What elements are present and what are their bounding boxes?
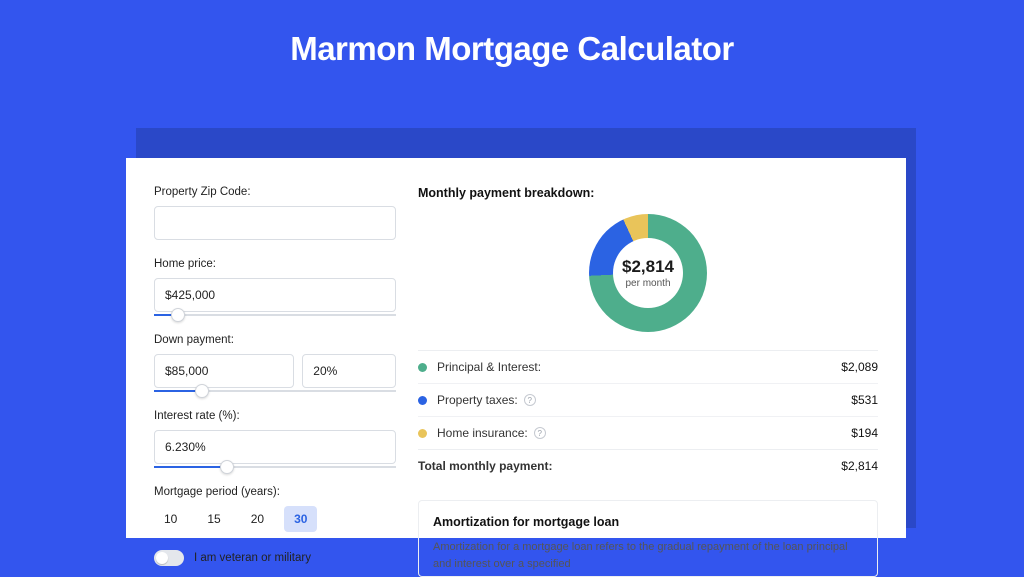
breakdown-title: Monthly payment breakdown: [418,186,878,200]
legend-value: $531 [851,393,878,407]
interest-input[interactable] [154,430,396,464]
down-payment-input[interactable] [154,354,294,388]
slider-thumb[interactable] [171,308,185,322]
total-value: $2,814 [841,459,878,473]
donut-amount: $2,814 [622,257,674,277]
legend-value: $2,089 [841,360,878,374]
legend-row: Property taxes:?$531 [418,383,878,416]
period-button-30[interactable]: 30 [284,506,317,532]
calculator-card: Property Zip Code: Home price: Down paym… [126,158,906,538]
home-price-label: Home price: [154,258,396,270]
help-icon[interactable]: ? [524,394,536,406]
legend-dot [418,363,427,372]
period-button-10[interactable]: 10 [154,506,187,532]
veteran-toggle[interactable] [154,550,184,566]
period-button-15[interactable]: 15 [197,506,230,532]
donut-center: $2,814 per month [613,238,683,308]
donut-chart: $2,814 per month [418,214,878,332]
help-icon[interactable]: ? [534,427,546,439]
zip-label: Property Zip Code: [154,186,396,198]
field-down-payment: Down payment: [154,334,396,392]
period-label: Mortgage period (years): [154,486,396,498]
down-payment-slider[interactable] [154,390,396,392]
veteran-label: I am veteran or military [194,552,311,564]
total-row: Total monthly payment: $2,814 [418,449,878,482]
veteran-row: I am veteran or military [154,550,396,566]
legend-label: Principal & Interest: [437,360,841,374]
legend-label: Home insurance:? [437,426,851,440]
zip-input[interactable] [154,206,396,240]
home-price-input[interactable] [154,278,396,312]
legend-value: $194 [851,426,878,440]
amortization-text: Amortization for a mortgage loan refers … [433,539,863,572]
amortization-title: Amortization for mortgage loan [433,515,863,529]
field-interest: Interest rate (%): [154,410,396,468]
legend-dot [418,396,427,405]
field-period: Mortgage period (years): 10 15 20 30 [154,486,396,532]
period-button-20[interactable]: 20 [241,506,274,532]
field-home-price: Home price: [154,258,396,316]
slider-thumb[interactable] [195,384,209,398]
down-payment-label: Down payment: [154,334,396,346]
legend-dot [418,429,427,438]
page-title: Marmon Mortgage Calculator [0,0,1024,86]
home-price-slider[interactable] [154,314,396,316]
donut-sub: per month [625,278,670,289]
total-label: Total monthly payment: [418,459,841,473]
down-payment-pct-input[interactable] [302,354,396,388]
toggle-knob [156,552,168,564]
legend-row: Principal & Interest:$2,089 [418,350,878,383]
legend-label: Property taxes:? [437,393,851,407]
slider-thumb[interactable] [220,460,234,474]
legend-row: Home insurance:?$194 [418,416,878,449]
field-zip: Property Zip Code: [154,186,396,240]
interest-slider[interactable] [154,466,396,468]
interest-label: Interest rate (%): [154,410,396,422]
form-column: Property Zip Code: Home price: Down paym… [154,186,396,538]
breakdown-column: Monthly payment breakdown: $2,814 per mo… [418,186,878,538]
